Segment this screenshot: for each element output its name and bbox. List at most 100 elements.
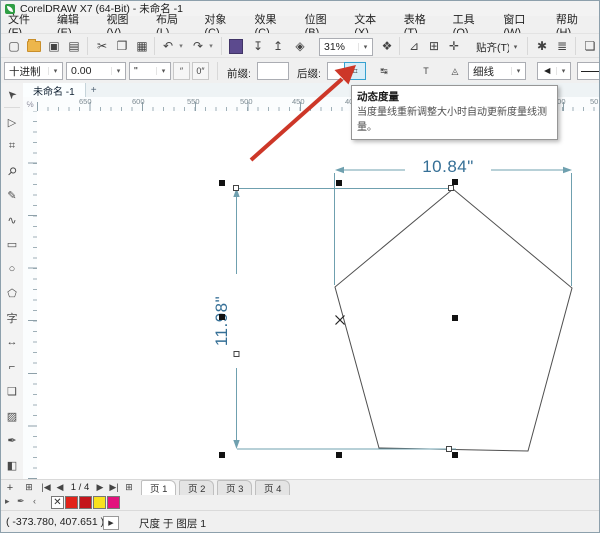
color-eyedropper-tool[interactable]: ✒ [3, 431, 21, 449]
no-color-swatch[interactable]: ✕ [51, 496, 64, 509]
menu-file[interactable]: 文件(F) [1, 14, 50, 39]
page-tab-4[interactable]: 页 4 [255, 480, 291, 495]
menu-view[interactable]: 视图(V) [99, 14, 149, 39]
prefix-input[interactable] [257, 62, 289, 80]
first-page-icon[interactable]: |◀ [39, 481, 53, 494]
text-position-button[interactable]: T [416, 62, 436, 80]
freehand-tool[interactable]: ✎ [3, 186, 21, 204]
status-flyout-icon[interactable]: ▶ [103, 516, 119, 530]
options-icon[interactable]: ✱ [533, 37, 551, 55]
toolbars-icon[interactable]: ≣ [553, 37, 571, 55]
horizontal-dimension-text[interactable]: 10.84" [405, 157, 491, 177]
shape-tool[interactable]: ▷ [3, 113, 21, 131]
rectangle-tool[interactable]: ▭ [3, 235, 21, 253]
ruler-label: 450 [292, 97, 305, 106]
import-icon[interactable]: ↧ [249, 37, 267, 55]
parallel-dimension-tool[interactable]: ↔ [3, 333, 21, 351]
show-guidelines-icon[interactable]: ✛ [445, 37, 463, 55]
color-swatch-magenta[interactable] [107, 496, 120, 509]
chevron-down-icon[interactable]: ▾ [111, 67, 125, 75]
pick-tool[interactable]: ➤ [3, 85, 21, 103]
application-launcher-icon[interactable]: ◈ [291, 37, 309, 55]
connector-tool[interactable]: ⌐ [3, 358, 21, 376]
cut-icon[interactable]: ✂ [93, 37, 111, 55]
ellipse-tool[interactable]: ○ [3, 260, 21, 278]
color-swatch-red[interactable] [65, 496, 78, 509]
page-tab-1[interactable]: 页 1 [141, 480, 177, 495]
chevron-down-icon[interactable]: ▾ [509, 43, 522, 51]
menu-text[interactable]: 文本(X) [347, 14, 397, 39]
drop-shadow-tool[interactable]: ❑ [3, 382, 21, 400]
menu-window[interactable]: 窗口(W) [496, 14, 549, 39]
chevron-down-icon[interactable]: ▾ [156, 67, 170, 75]
chevron-down-icon[interactable]: ▾ [48, 67, 62, 75]
menu-bitmaps[interactable]: 位图(B) [298, 14, 348, 39]
print-icon[interactable]: ▤ [65, 37, 83, 55]
page-tab-2[interactable]: 页 2 [179, 480, 215, 495]
add-tools-button[interactable]: + [3, 481, 17, 494]
fullscreen-preview-icon[interactable]: ❖ [378, 37, 396, 55]
dimension-text-angle-button[interactable]: ◬ [446, 62, 464, 80]
paste-icon[interactable]: ▦ [133, 37, 151, 55]
snap-to-dropdown[interactable]: 贴齐(T) ▾ [471, 38, 523, 56]
crop-tool[interactable]: ⌗ [3, 137, 21, 155]
drawing-canvas[interactable] [37, 111, 599, 479]
new-document-tab-button[interactable]: + [86, 83, 102, 97]
extension-lines-button[interactable]: ↹ [373, 62, 395, 80]
redo-dropdown-icon[interactable]: ▾ [207, 42, 215, 50]
welcome-screen-icon[interactable]: ❏ [581, 37, 599, 55]
start-arrowhead-combobox[interactable]: ◄ ▾ [537, 62, 571, 80]
menu-effects[interactable]: 效果(C) [248, 14, 298, 39]
palette-scroll-left-icon[interactable]: ‹ [33, 496, 36, 506]
show-rulers-icon[interactable]: ⊿ [405, 37, 423, 55]
menu-object[interactable]: 对象(C) [197, 14, 247, 39]
palette-eyedropper-icon[interactable]: ✒ [17, 496, 25, 507]
chevron-down-icon[interactable]: ▾ [556, 67, 570, 75]
page-tab-3[interactable]: 页 3 [217, 480, 253, 495]
search-content-icon[interactable] [227, 37, 245, 55]
undo-dropdown-icon[interactable]: ▾ [177, 42, 185, 50]
redo-icon[interactable]: ↷ [189, 37, 207, 55]
zoom-tool[interactable]: ⚲ [3, 162, 21, 180]
next-page-icon[interactable]: ▶ [95, 481, 105, 494]
menu-tools[interactable]: 工具(O) [446, 14, 497, 39]
dynamic-dimensioning-button[interactable]: ⌗ [344, 62, 366, 80]
dimension-style-combobox[interactable]: 十进制 ▾ [4, 62, 63, 80]
outline-width-combobox[interactable]: 细线 ▾ [468, 62, 526, 80]
add-page-after-icon[interactable]: ⊞ [123, 481, 135, 494]
open-icon[interactable] [25, 37, 43, 55]
chevron-down-icon[interactable]: ▾ [358, 43, 372, 51]
save-icon[interactable]: ▣ [45, 37, 63, 55]
menu-edit[interactable]: 编辑(E) [50, 14, 100, 39]
show-grid-icon[interactable]: ⊞ [425, 37, 443, 55]
color-swatch-dark-red[interactable] [79, 496, 92, 509]
add-page-before-icon[interactable]: ⊞ [23, 481, 35, 494]
previous-page-icon[interactable]: ◀ [55, 481, 65, 494]
leading-zero-toggle[interactable]: 0″ [192, 62, 209, 80]
show-units-toggle[interactable]: ″ [173, 62, 190, 80]
undo-icon[interactable]: ↶ [159, 37, 177, 55]
vertical-dimension-text[interactable]: 11.98" [212, 271, 234, 371]
menu-help[interactable]: 帮助(H) [549, 14, 599, 39]
copy-icon[interactable]: ❐ [113, 37, 131, 55]
palette-flyout-icon[interactable]: ▸ [5, 496, 10, 507]
ruler-origin[interactable]: ℅ [23, 97, 38, 112]
menu-table[interactable]: 表格(T) [397, 14, 446, 39]
transparency-tool[interactable]: ▨ [3, 407, 21, 425]
vertical-ruler[interactable] [23, 111, 38, 479]
export-icon[interactable]: ↥ [269, 37, 287, 55]
menu-layout[interactable]: 布局(L) [149, 14, 197, 39]
last-page-icon[interactable]: ▶| [107, 481, 121, 494]
artistic-media-tool[interactable]: ∿ [3, 211, 21, 229]
text-tool[interactable]: 字 [3, 309, 21, 327]
interactive-fill-tool[interactable]: ◧ [3, 456, 21, 474]
line-style-combobox[interactable] [577, 62, 599, 80]
zoom-level-combobox[interactable]: 31% ▾ [319, 38, 373, 56]
dimension-precision-combobox[interactable]: 0.00 ▾ [66, 62, 126, 80]
dimension-units-combobox[interactable]: " ▾ [129, 62, 171, 80]
new-document-icon[interactable]: ▢ [5, 37, 23, 55]
chevron-down-icon[interactable]: ▾ [511, 67, 525, 75]
polygon-tool[interactable]: ⬠ [3, 284, 21, 302]
color-swatch-yellow[interactable] [93, 496, 106, 509]
document-tab[interactable]: 未命名 -1 [23, 83, 86, 98]
